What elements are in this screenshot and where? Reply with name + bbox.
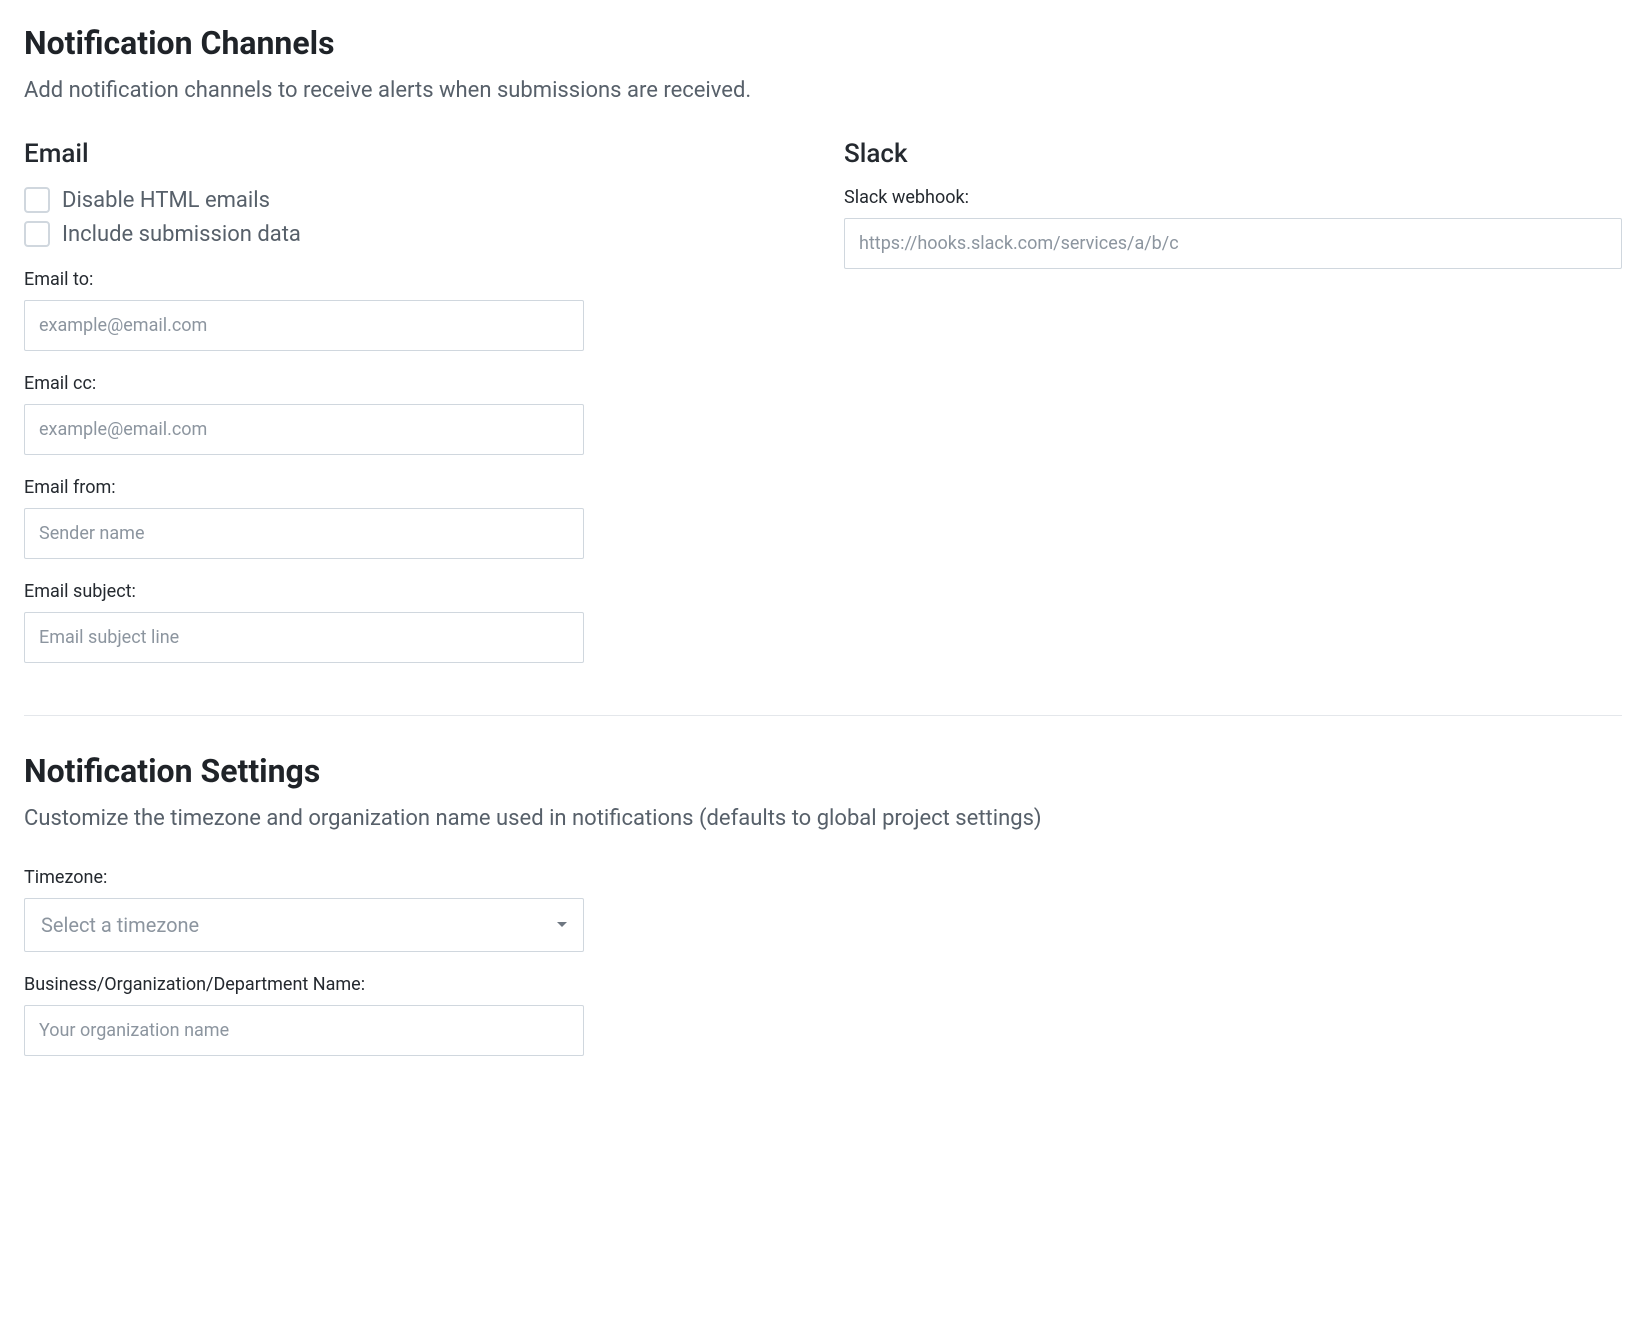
email-subject-label: Email subject: xyxy=(24,581,802,602)
notification-channels-section: Notification Channels Add notification c… xyxy=(24,24,1622,663)
disable-html-emails-label[interactable]: Disable HTML emails xyxy=(62,188,270,213)
notification-settings-title: Notification Settings xyxy=(24,752,1622,790)
org-name-input[interactable] xyxy=(24,1005,584,1056)
slack-webhook-label: Slack webhook: xyxy=(844,187,1622,208)
slack-title: Slack xyxy=(844,139,1622,169)
timezone-select[interactable]: Select a timezone xyxy=(24,898,584,952)
email-from-label: Email from: xyxy=(24,477,802,498)
email-from-input[interactable] xyxy=(24,508,584,559)
email-to-label: Email to: xyxy=(24,269,802,290)
notification-settings-section: Notification Settings Customize the time… xyxy=(24,752,1622,1056)
notification-channels-title: Notification Channels xyxy=(24,24,1622,62)
org-name-group: Business/Organization/Department Name: xyxy=(24,974,1622,1056)
include-submission-data-checkbox[interactable] xyxy=(24,221,50,247)
email-column: Email Disable HTML emails Include submis… xyxy=(24,139,802,663)
email-cc-input[interactable] xyxy=(24,404,584,455)
email-title: Email xyxy=(24,139,802,169)
email-to-group: Email to: xyxy=(24,269,802,351)
email-subject-group: Email subject: xyxy=(24,581,802,663)
notification-settings-desc: Customize the timezone and organization … xyxy=(24,806,1622,831)
disable-html-emails-row: Disable HTML emails xyxy=(24,187,802,213)
email-from-group: Email from: xyxy=(24,477,802,559)
timezone-group: Timezone: Select a timezone xyxy=(24,867,1622,952)
timezone-select-wrap: Select a timezone xyxy=(24,898,584,952)
email-subject-input[interactable] xyxy=(24,612,584,663)
channels-columns: Email Disable HTML emails Include submis… xyxy=(24,139,1622,663)
notification-channels-desc: Add notification channels to receive ale… xyxy=(24,78,1622,103)
include-submission-data-row: Include submission data xyxy=(24,221,802,247)
slack-column: Slack Slack webhook: xyxy=(844,139,1622,663)
section-divider xyxy=(24,715,1622,716)
include-submission-data-label[interactable]: Include submission data xyxy=(62,222,301,247)
slack-webhook-group: Slack webhook: xyxy=(844,187,1622,269)
email-cc-group: Email cc: xyxy=(24,373,802,455)
email-to-input[interactable] xyxy=(24,300,584,351)
email-cc-label: Email cc: xyxy=(24,373,802,394)
slack-webhook-input[interactable] xyxy=(844,218,1622,269)
disable-html-emails-checkbox[interactable] xyxy=(24,187,50,213)
org-name-label: Business/Organization/Department Name: xyxy=(24,974,1622,995)
timezone-label: Timezone: xyxy=(24,867,1622,888)
